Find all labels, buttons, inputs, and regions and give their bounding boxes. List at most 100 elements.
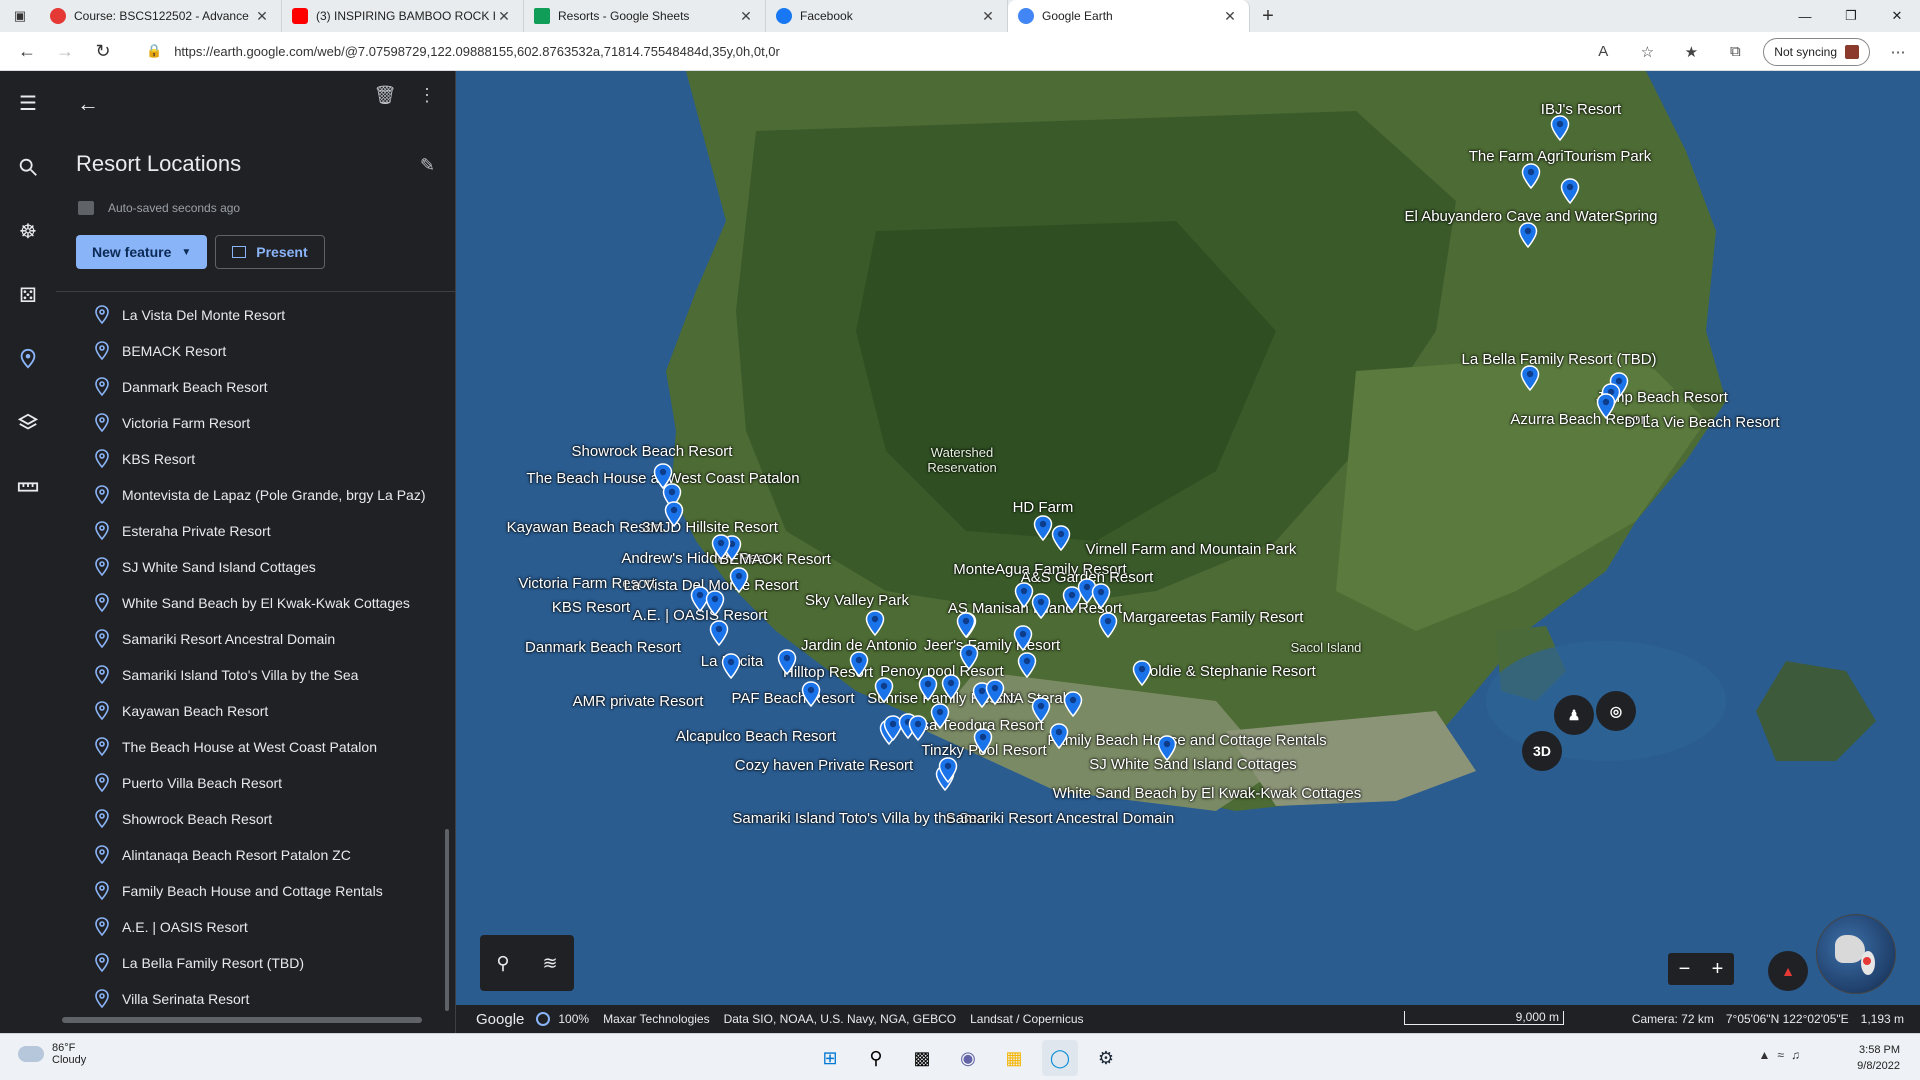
- placemark-pin-icon[interactable]: [1560, 178, 1580, 204]
- browser-tab[interactable]: Facebook ✕: [766, 0, 1008, 32]
- feature-item[interactable]: Danmark Beach Resort: [56, 369, 456, 405]
- feature-item[interactable]: Samariki Island Toto's Villa by the Sea: [56, 657, 456, 693]
- placemark-pin-icon[interactable]: [865, 610, 885, 636]
- feature-item[interactable]: Villa Serinata Resort: [56, 981, 456, 1017]
- zoom-in-icon[interactable]: +: [1712, 958, 1724, 981]
- url-field[interactable]: 🔒 https://earth.google.com/web/@7.075987…: [146, 36, 1566, 66]
- read-aloud-icon[interactable]: A: [1581, 43, 1625, 60]
- close-window-icon[interactable]: ✕: [1874, 0, 1920, 32]
- task-view-icon[interactable]: ▩: [904, 1040, 940, 1076]
- map-label[interactable]: PAF Beach Resort: [731, 690, 854, 707]
- placemark-pin-icon[interactable]: [938, 757, 958, 783]
- placemark-pin-icon[interactable]: [1031, 697, 1051, 723]
- tray-icon[interactable]: ▲: [1759, 1048, 1771, 1062]
- sync-button[interactable]: Not syncing: [1763, 37, 1870, 66]
- placemark-pin-icon[interactable]: [777, 649, 797, 675]
- project-title[interactable]: Resort Locations: [76, 151, 241, 177]
- placemark-pin-icon[interactable]: [973, 728, 993, 754]
- map-label[interactable]: KBS Resort: [552, 599, 630, 616]
- map-label[interactable]: HD Farm: [1013, 499, 1074, 516]
- mini-globe[interactable]: [1816, 914, 1896, 994]
- feature-item[interactable]: Puerto Villa Beach Resort: [56, 765, 456, 801]
- feature-item[interactable]: Kayawan Beach Resort: [56, 693, 456, 729]
- feature-item[interactable]: Samariki Resort Ancestral Domain: [56, 621, 456, 657]
- pegman-icon[interactable]: ♟: [1554, 695, 1594, 735]
- new-tab-button[interactable]: +: [1250, 0, 1286, 32]
- placemark-pin-icon[interactable]: [985, 679, 1005, 705]
- placemark-pin-icon[interactable]: [849, 651, 869, 677]
- placemark-pin-icon[interactable]: [1157, 735, 1177, 761]
- feature-item[interactable]: White Sand Beach by El Kwak-Kwak Cottage…: [56, 585, 456, 621]
- feature-item[interactable]: La Bella Family Resort (TBD): [56, 945, 456, 981]
- draw-path-icon[interactable]: ≋: [542, 953, 557, 974]
- earth-map[interactable]: ⚲ ≋ ♟ ◎ 3D − + ▲ IBJ's Resort The Farm Ag…: [456, 71, 1920, 1005]
- placemark-pin-icon[interactable]: [1518, 222, 1538, 248]
- map-style-icon[interactable]: [0, 391, 56, 455]
- feature-item[interactable]: Victoria Farm Resort: [56, 405, 456, 441]
- map-label[interactable]: Family Beach House and Cottage Rentals: [1047, 732, 1326, 749]
- placemark-pin-icon[interactable]: [1031, 593, 1051, 619]
- wifi-icon[interactable]: ≈: [1777, 1048, 1784, 1062]
- browser-tab[interactable]: Resorts - Google Sheets ✕: [524, 0, 766, 32]
- feature-item[interactable]: BEMACK Resort: [56, 333, 456, 369]
- feature-item[interactable]: The Beach House at West Coast Patalon: [56, 729, 456, 765]
- forward-icon[interactable]: →: [46, 32, 84, 70]
- collections-icon[interactable]: ⧉: [1713, 43, 1757, 60]
- feature-item[interactable]: Family Beach House and Cottage Rentals: [56, 873, 456, 909]
- map-label[interactable]: 3MJD Hillsite Resort: [642, 519, 778, 536]
- placemark-pin-icon[interactable]: [709, 620, 729, 646]
- placemark-pin-icon[interactable]: [959, 644, 979, 670]
- vertical-scrollbar[interactable]: [445, 829, 449, 1011]
- map-label[interactable]: Cozy haven Private Resort: [735, 757, 913, 774]
- volume-icon[interactable]: ♫: [1791, 1048, 1800, 1062]
- placemark-pin-icon[interactable]: [1063, 691, 1083, 717]
- placemark-pin-icon[interactable]: [1596, 393, 1616, 419]
- placemark-pin-icon[interactable]: [941, 674, 961, 700]
- placemark-pin-icon[interactable]: [711, 534, 731, 560]
- placemark-pin-icon[interactable]: [1051, 525, 1071, 551]
- feature-item[interactable]: KBS Resort: [56, 441, 456, 477]
- feeling-lucky-icon[interactable]: ⚄: [0, 263, 56, 327]
- favorites-icon[interactable]: ★: [1669, 43, 1713, 61]
- feature-item[interactable]: SJ White Sand Island Cottages: [56, 549, 456, 585]
- compass-icon[interactable]: ▲: [1768, 951, 1808, 991]
- map-label[interactable]: Samariki Resort Ancestral Domain: [946, 810, 1174, 827]
- more-menu-icon[interactable]: ⋯: [1876, 43, 1920, 61]
- search-taskbar-icon[interactable]: ⚲: [858, 1040, 894, 1076]
- map-label[interactable]: The Farm AgriTourism Park: [1469, 148, 1652, 165]
- my-location-icon[interactable]: ◎: [1596, 691, 1636, 731]
- start-icon[interactable]: ⊞: [812, 1040, 848, 1076]
- feature-item[interactable]: Alintanaqa Beach Resort Patalon ZC: [56, 837, 456, 873]
- placemark-pin-icon[interactable]: [1520, 365, 1540, 391]
- placemark-pin-icon[interactable]: [1049, 723, 1069, 749]
- placemark-pin-icon[interactable]: [1098, 612, 1118, 638]
- placemark-pin-icon[interactable]: [918, 675, 938, 701]
- map-label[interactable]: Alcapulco Beach Resort: [676, 728, 836, 745]
- more-vert-icon[interactable]: ⋮: [415, 85, 439, 106]
- search-icon[interactable]: [0, 135, 56, 199]
- feature-item[interactable]: La Vista Del Monte Resort: [56, 297, 456, 333]
- placemark-pin-icon[interactable]: [721, 653, 741, 679]
- placemark-pin-icon[interactable]: [801, 681, 821, 707]
- placemark-pin-icon[interactable]: [705, 590, 725, 616]
- placemark-pin-icon[interactable]: [1033, 515, 1053, 541]
- present-button[interactable]: Present: [215, 235, 325, 269]
- placemark-pin-icon[interactable]: [664, 501, 684, 527]
- refresh-icon[interactable]: ↻: [84, 32, 122, 70]
- placemark-pin-icon[interactable]: [729, 567, 749, 593]
- clock[interactable]: 3:58 PM 9/8/2022: [1857, 1042, 1900, 1074]
- restore-icon[interactable]: ❐: [1828, 0, 1874, 32]
- tab-close-icon[interactable]: ✕: [1221, 8, 1239, 25]
- back-arrow-icon[interactable]: ←: [68, 84, 108, 124]
- placemark-pin-icon[interactable]: [908, 715, 928, 741]
- delete-icon[interactable]: 🗑: [373, 85, 397, 106]
- edge-icon[interactable]: ◯: [1042, 1040, 1078, 1076]
- edit-icon[interactable]: ✎: [420, 155, 435, 176]
- menu-icon[interactable]: ☰: [0, 71, 56, 135]
- tab-close-icon[interactable]: ✕: [979, 8, 997, 25]
- toggle-3d-button[interactable]: 3D: [1522, 731, 1562, 771]
- placemark-pin-icon[interactable]: [1521, 163, 1541, 189]
- map-label[interactable]: La Bella Family Resort (TBD): [1461, 351, 1656, 368]
- map-label[interactable]: Kayawan Beach Resort: [507, 519, 664, 536]
- placemark-pin-icon[interactable]: [1091, 583, 1111, 609]
